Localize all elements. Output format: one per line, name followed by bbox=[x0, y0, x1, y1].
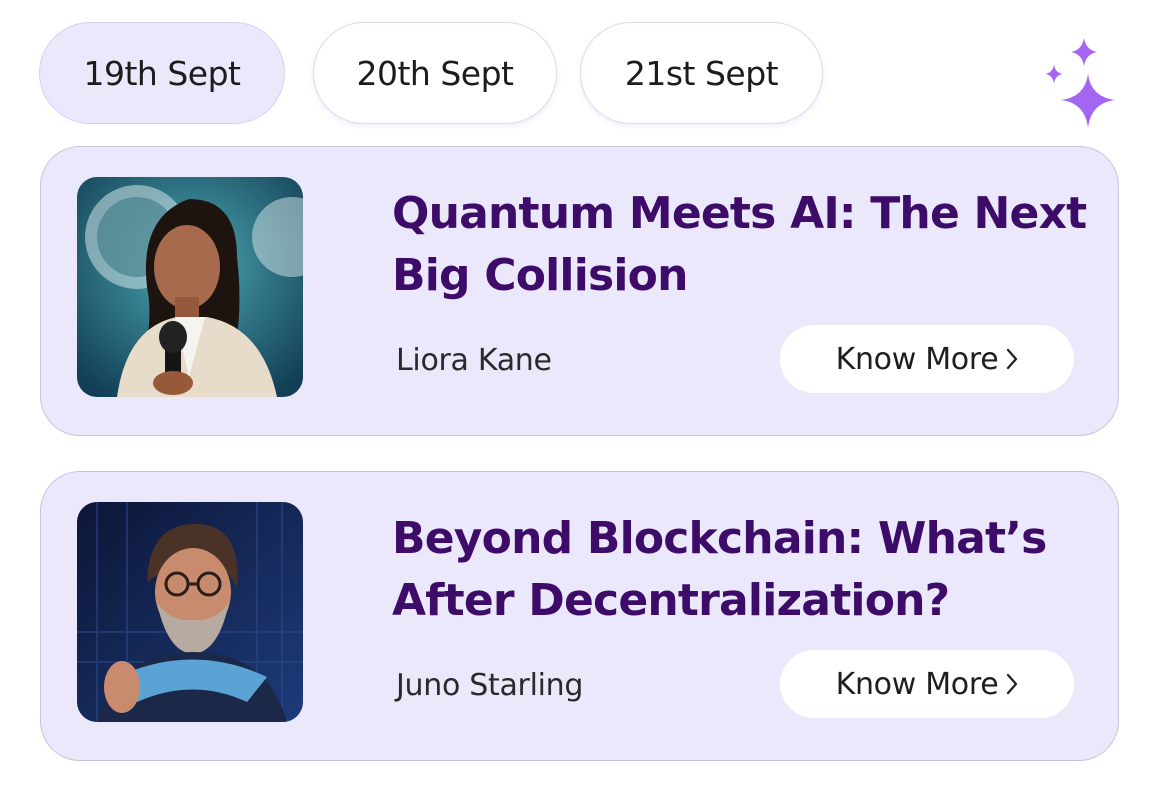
date-tab-label: 19th Sept bbox=[83, 53, 241, 93]
speaker-name: Liora Kane bbox=[396, 343, 552, 378]
speaker-photo bbox=[77, 177, 303, 397]
session-card: Beyond Blockchain: What’s After Decentra… bbox=[40, 471, 1119, 761]
date-tab-label: 21st Sept bbox=[624, 53, 779, 93]
speaker-name: Juno Starling bbox=[396, 668, 584, 703]
date-tab-label: 20th Sept bbox=[356, 53, 514, 93]
session-title: Beyond Blockchain: What’s After Decentra… bbox=[392, 513, 1047, 626]
date-tab-19th-sept[interactable]: 19th Sept bbox=[39, 22, 285, 124]
know-more-button[interactable]: Know More bbox=[780, 650, 1074, 718]
date-tab-20th-sept[interactable]: 20th Sept bbox=[313, 22, 557, 124]
speaker-photo bbox=[77, 502, 303, 722]
know-more-label: Know More bbox=[835, 666, 999, 702]
chevron-right-icon bbox=[1007, 348, 1018, 370]
session-card: Quantum Meets AI: The Next Big Collision… bbox=[40, 146, 1119, 436]
date-tab-21st-sept[interactable]: 21st Sept bbox=[580, 22, 823, 124]
sparkles-icon bbox=[1045, 38, 1115, 128]
know-more-button[interactable]: Know More bbox=[780, 325, 1074, 393]
know-more-label: Know More bbox=[835, 341, 999, 377]
agenda-page: 19th Sept 20th Sept 21st Sept Quantum Me… bbox=[0, 0, 1160, 792]
session-title: Quantum Meets AI: The Next Big Collision bbox=[392, 188, 1087, 301]
chevron-right-icon bbox=[1007, 673, 1018, 695]
